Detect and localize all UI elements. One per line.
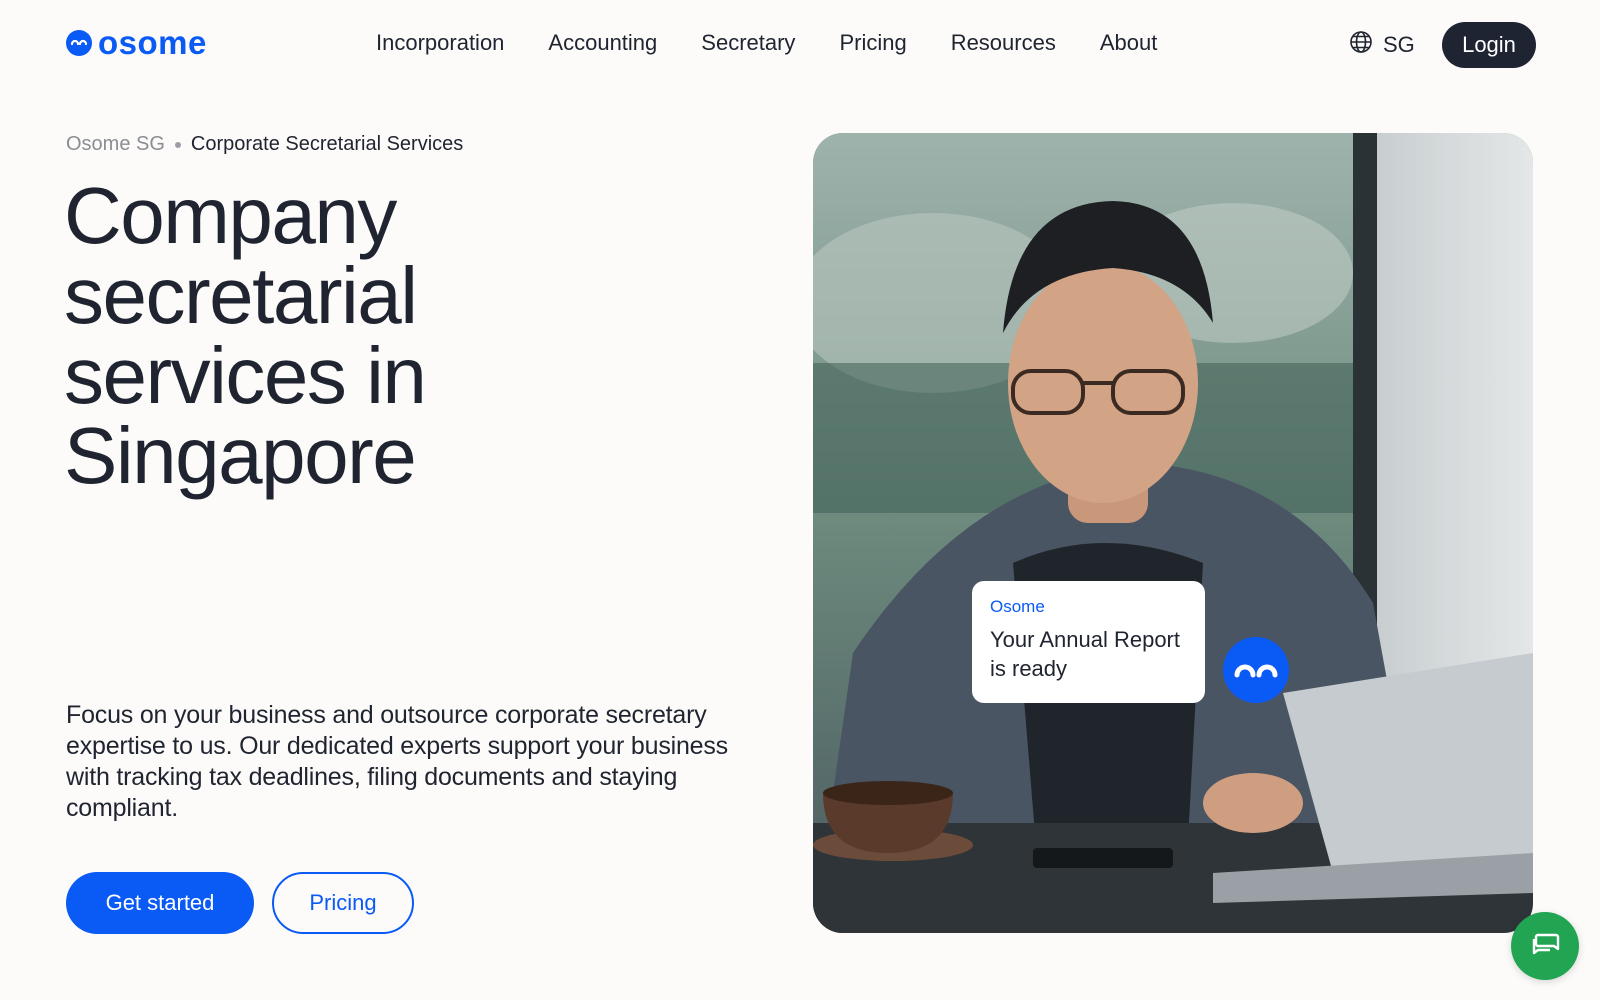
nav-item-resources[interactable]: Resources	[951, 30, 1056, 56]
title-line: Singapore	[64, 411, 417, 500]
locale-selector[interactable]: SG	[1349, 30, 1415, 60]
main-nav: Incorporation Accounting Secretary Prici…	[376, 30, 1157, 56]
notification-message: Your Annual Report is ready	[990, 627, 1180, 681]
hero-description: Focus on your business and outsource cor…	[66, 701, 728, 822]
page-title: Company secretarial services in Singapor…	[64, 176, 624, 496]
breadcrumb-separator	[174, 141, 181, 148]
title-line: secretarial	[64, 251, 418, 340]
chat-icon	[1528, 927, 1562, 966]
get-started-button[interactable]: Get started	[66, 872, 254, 934]
notification-card: Osome Your Annual Report is ready	[972, 581, 1205, 703]
title-line: services in	[64, 331, 427, 420]
nav-item-about[interactable]: About	[1100, 30, 1158, 56]
notification-sender: Osome	[990, 597, 1045, 616]
locale-label: SG	[1383, 32, 1415, 57]
nav-item-accounting[interactable]: Accounting	[548, 30, 657, 56]
breadcrumb: Osome SG Corporate Secretarial Services	[66, 133, 463, 156]
osome-bot-icon	[1223, 637, 1289, 703]
nav-item-incorporation[interactable]: Incorporation	[376, 30, 504, 56]
brand-name: osome	[98, 24, 207, 61]
login-button[interactable]: Login	[1442, 22, 1536, 68]
nav-item-pricing[interactable]: Pricing	[839, 30, 906, 56]
chat-button[interactable]	[1511, 912, 1579, 980]
globe-icon	[1349, 30, 1373, 60]
hero-photo	[813, 133, 1533, 933]
nav-item-secretary[interactable]: Secretary	[701, 30, 795, 56]
osome-logo[interactable]: osome	[66, 24, 207, 61]
pricing-button[interactable]: Pricing	[272, 872, 414, 934]
breadcrumb-current: Corporate Secretarial Services	[190, 133, 464, 155]
osome-logo-icon	[66, 30, 92, 56]
breadcrumb-home[interactable]: Osome SG	[66, 133, 165, 156]
site-header: osome Incorporation Accounting Secretary…	[0, 0, 1600, 88]
title-line: Company	[64, 171, 397, 260]
